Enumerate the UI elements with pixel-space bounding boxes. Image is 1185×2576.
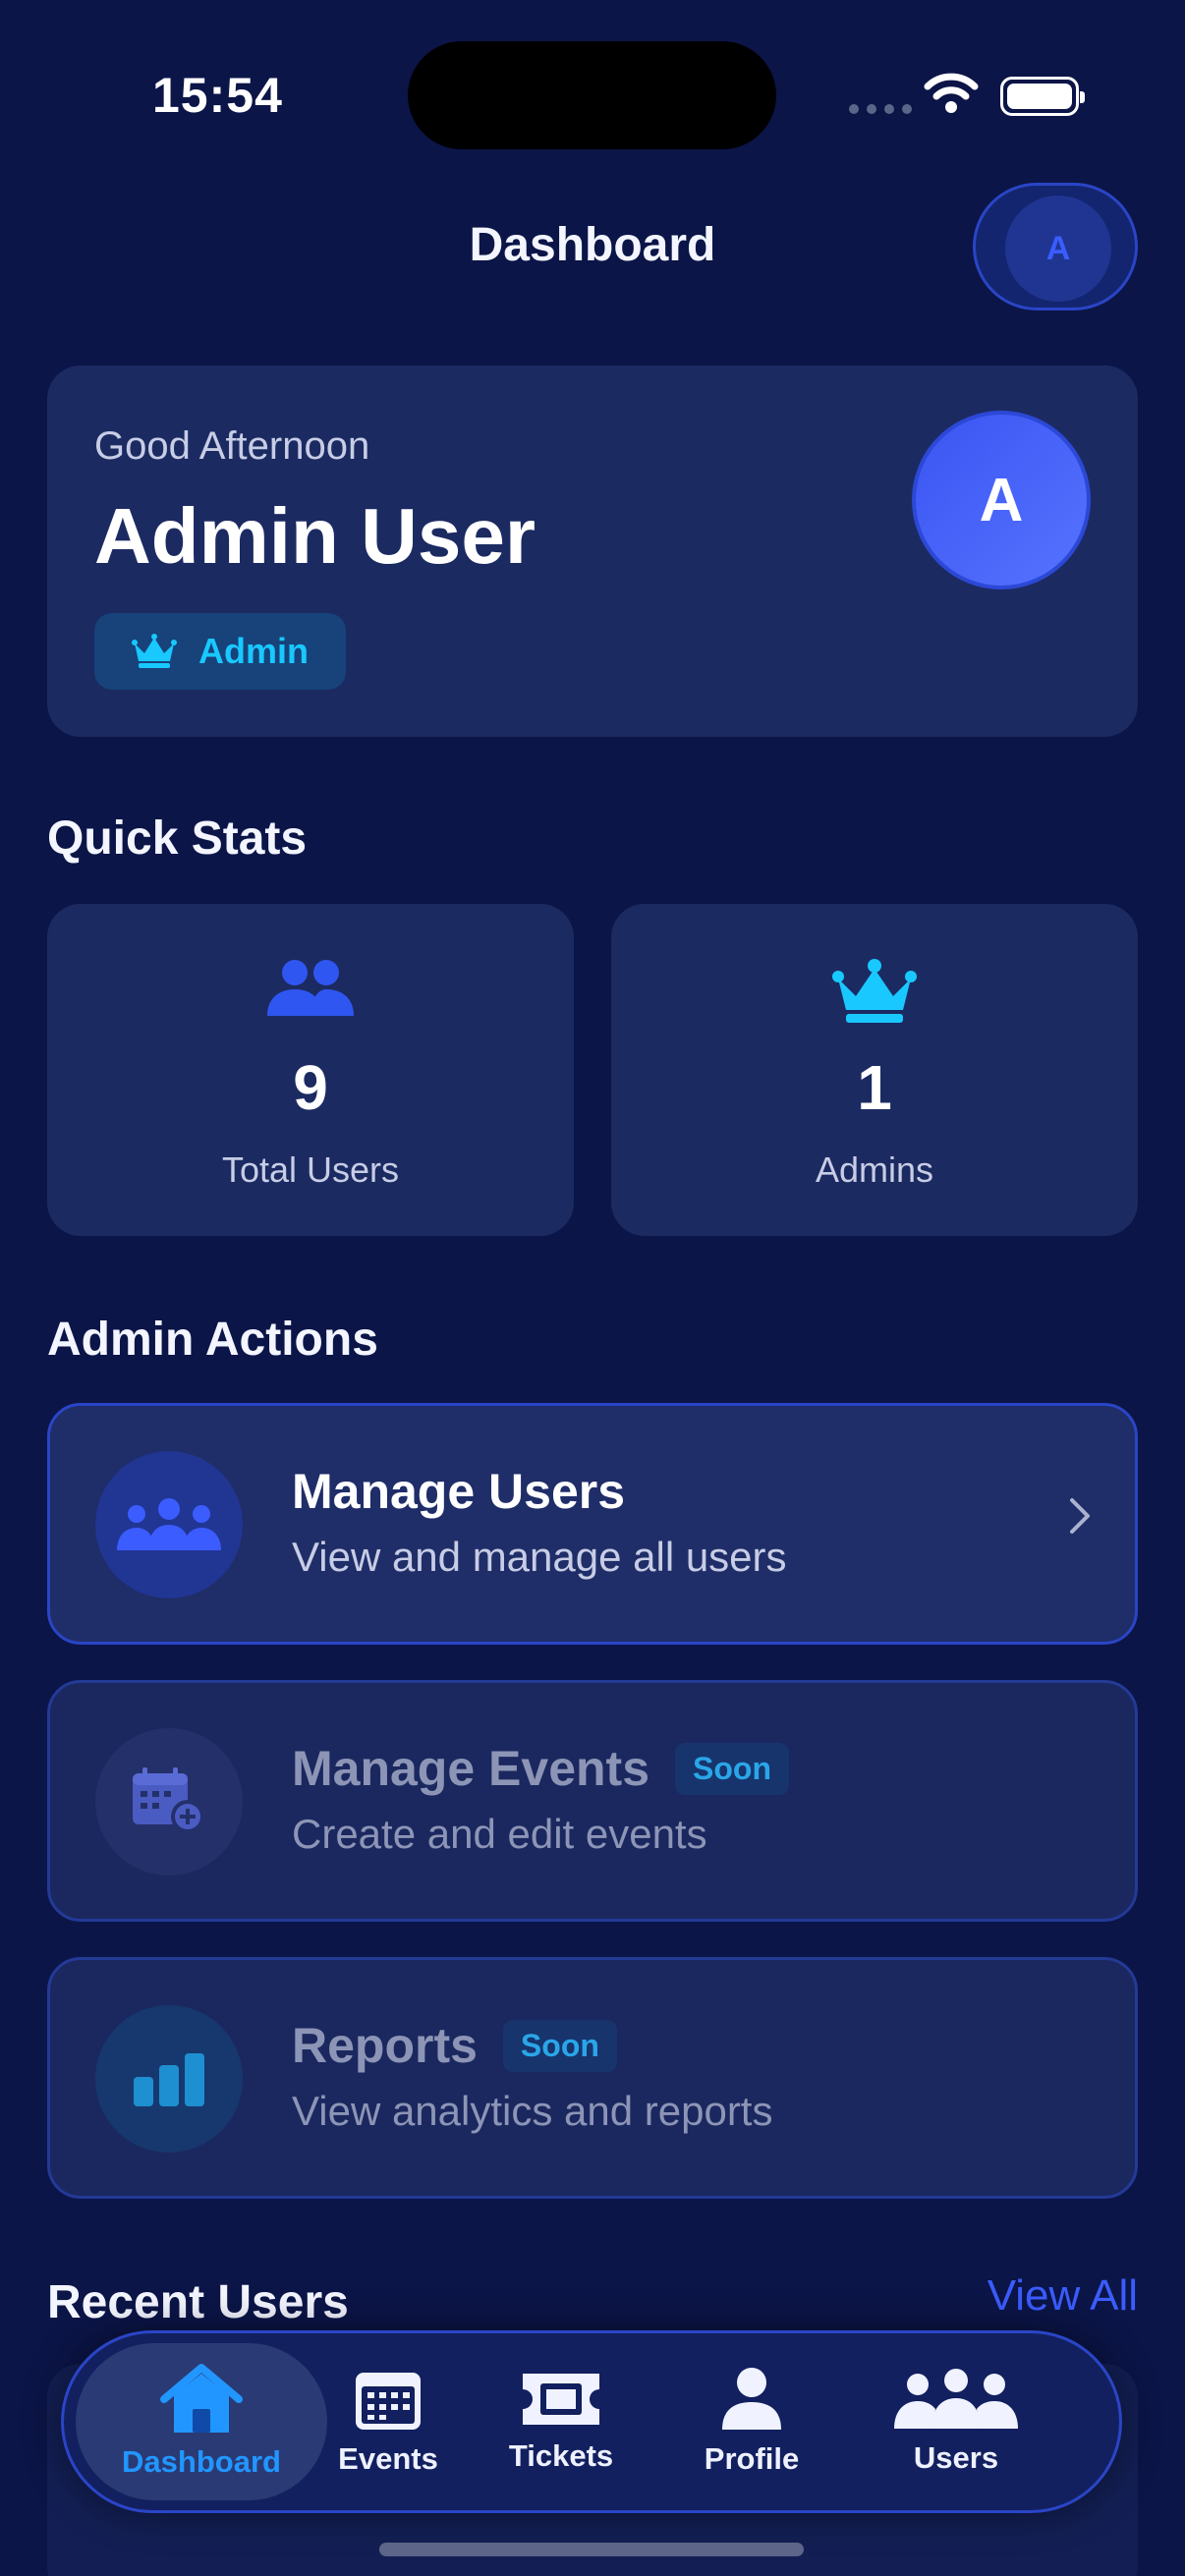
avatar: A [912,411,1091,589]
action-icon-circle [95,1451,243,1598]
stat-label: Admins [815,1149,934,1190]
calendar-icon [356,2373,421,2430]
bar-chart-icon [134,2053,204,2106]
dynamic-island [408,41,776,149]
action-title: Manage Events Soon [292,1740,789,1797]
status-time: 15:54 [152,68,283,123]
tab-label: Profile [704,2441,800,2476]
wifi-icon [924,73,979,113]
action-subtitle: View analytics and reports [292,2088,773,2134]
users-icon [894,2369,1018,2429]
admin-actions-heading: Admin Actions [47,1314,378,1366]
calendar-add-icon [133,1767,204,1833]
crown-icon [132,634,177,668]
stat-card-total-users: 9 Total Users [47,904,574,1236]
stat-label: Total Users [221,1149,400,1190]
action-subtitle: Create and edit events [292,1811,707,1857]
recent-users-heading: Recent Users [47,2276,349,2328]
reports-button[interactable]: Reports Soon View analytics and reports [47,1957,1138,2199]
crown-icon [832,959,917,1023]
tab-users[interactable]: Users [858,2333,1054,2510]
quick-stats-heading: Quick Stats [47,812,308,865]
welcome-card: Good Afternoon Admin User Admin A [47,365,1138,737]
battery-icon [1000,77,1085,116]
group-icon [117,1498,221,1550]
tab-dashboard[interactable]: Dashboard [76,2343,327,2500]
tab-bar: Dashboard Events Tickets Profile Users [61,2330,1122,2513]
signal-icon [849,104,912,114]
header-avatar-initial: A [1005,196,1111,302]
view-all-link[interactable]: View All [988,2271,1138,2321]
manage-users-button[interactable]: Manage Users View and manage all users [47,1403,1138,1645]
role-badge: Admin [94,613,346,690]
tab-label: Events [338,2441,438,2476]
chevron-right-icon [1070,1498,1090,1534]
tab-label: Dashboard [122,2444,281,2479]
soon-badge: Soon [502,2019,617,2072]
stat-value: 1 [857,1052,892,1123]
tab-profile[interactable]: Profile [675,2333,828,2510]
greeting-text: Good Afternoon [94,424,370,468]
stat-card-admins: 1 Admins [611,904,1138,1236]
soon-badge: Soon [675,1742,789,1795]
manage-events-button[interactable]: Manage Events Soon Create and edit event… [47,1680,1138,1922]
action-icon-circle [95,1728,243,1876]
role-label: Admin [198,631,309,671]
tab-tickets[interactable]: Tickets [484,2333,638,2510]
tab-events[interactable]: Events [311,2333,465,2510]
action-title: Manage Users [292,1464,626,1519]
users-icon [267,960,354,1016]
ticket-icon [523,2374,599,2425]
header-avatar-button[interactable]: A [973,183,1138,310]
action-icon-circle [95,2005,243,2153]
stat-value: 9 [293,1052,328,1123]
person-icon [722,2368,781,2430]
action-subtitle: View and manage all users [292,1534,787,1580]
home-indicator[interactable] [379,2543,804,2556]
user-name: Admin User [94,492,536,580]
home-icon [160,2364,243,2433]
tab-label: Tickets [508,2438,614,2473]
tab-label: Users [913,2440,999,2475]
action-title: Reports Soon [292,2017,617,2074]
